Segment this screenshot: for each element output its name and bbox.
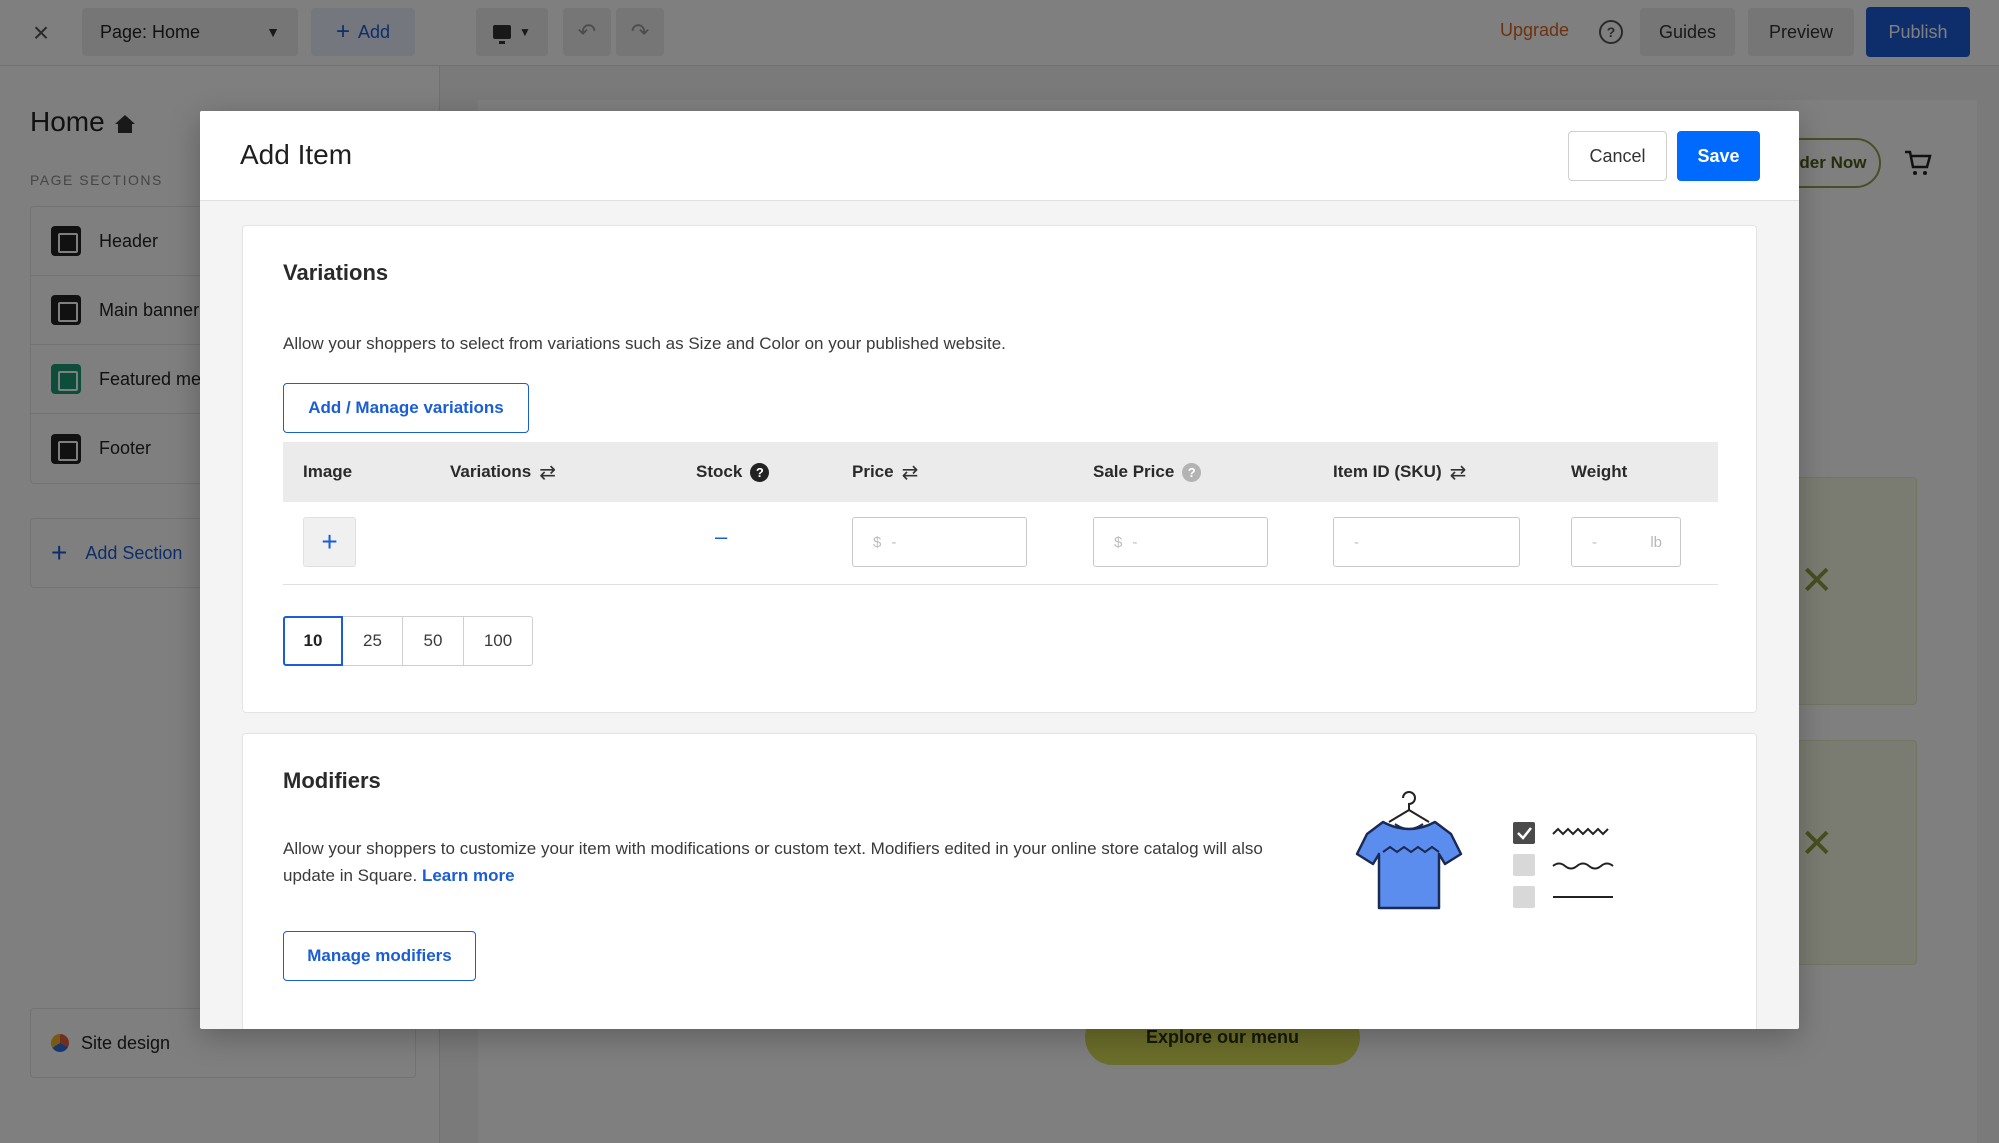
column-sale-price: Sale Price? [1093,442,1202,502]
price-placeholder: - [891,533,897,551]
column-label: Price [852,462,894,481]
column-label: Stock [696,462,743,481]
column-image: Image [303,442,352,502]
page-size-option[interactable]: 100 [463,616,533,666]
column-stock: Stock? [696,442,770,502]
page-size-option[interactable]: 25 [342,616,403,666]
currency-prefix: $ [1114,533,1123,551]
add-image-button[interactable]: + [303,517,356,567]
sale-price-input[interactable]: $ - [1093,517,1268,567]
variations-description: Allow your shoppers to select from varia… [283,334,1006,353]
save-button[interactable]: Save [1677,131,1760,181]
variations-card: Variations Allow your shoppers to select… [242,225,1757,713]
column-label: Variations [450,462,532,481]
sort-arrows-icon[interactable]: ⇄ [1450,460,1467,485]
add-item-modal: Add Item Cancel Save Variations Allow yo… [200,111,1799,1029]
sale-price-placeholder: - [1132,533,1138,551]
sort-arrows-icon[interactable]: ⇄ [902,460,919,485]
modal-title: Add Item [240,139,353,170]
column-label: Weight [1571,462,1628,481]
manage-variations-button[interactable]: Add / Manage variations [283,383,529,433]
manage-modifiers-button[interactable]: Manage modifiers [283,931,476,981]
variations-table: Image Variations ⇄ Stock? Price ⇄ Sale Pri… [283,442,1718,585]
modifiers-description: Allow your shoppers to customize your it… [283,835,1263,889]
page-size-option[interactable]: 50 [402,616,464,666]
shirt-modifiers-illustration [1355,791,1614,910]
learn-more-link[interactable]: Learn more [422,866,515,885]
weight-input[interactable]: - lb [1571,517,1681,567]
sku-input[interactable]: - [1333,517,1520,567]
column-label: Item ID (SKU) [1333,462,1442,481]
modifiers-card: Modifiers Allow your shoppers to customi… [242,733,1757,1029]
variations-table-header: Image Variations ⇄ Stock? Price ⇄ Sale Pri… [283,442,1718,502]
column-label: Sale Price [1093,462,1175,481]
help-icon[interactable]: ? [750,462,770,482]
sku-placeholder: - [1354,533,1359,551]
table-row: + – $ - $ - - - lb [283,502,1718,585]
column-price[interactable]: Price ⇄ [852,442,918,502]
help-icon[interactable]: ? [1182,462,1202,482]
page-size-selector: 10 25 50 100 [283,616,533,666]
sort-arrows-icon[interactable]: ⇄ [539,460,556,485]
column-variations[interactable]: Variations ⇄ [450,442,556,502]
variations-title: Variations [283,260,389,285]
column-label: Image [303,462,353,481]
cancel-button[interactable]: Cancel [1568,131,1667,181]
column-weight: Weight [1571,442,1627,502]
modifiers-title: Modifiers [283,768,381,793]
weight-placeholder: - [1592,533,1597,551]
weight-unit: lb [1650,533,1662,551]
stock-value[interactable]: – [715,524,727,550]
currency-prefix: $ [873,533,882,551]
modal-header: Add Item Cancel Save [200,111,1799,201]
plus-icon: + [321,526,338,557]
price-input[interactable]: $ - [852,517,1027,567]
column-sku[interactable]: Item ID (SKU) ⇄ [1333,442,1466,502]
page-size-option[interactable]: 10 [283,616,343,666]
